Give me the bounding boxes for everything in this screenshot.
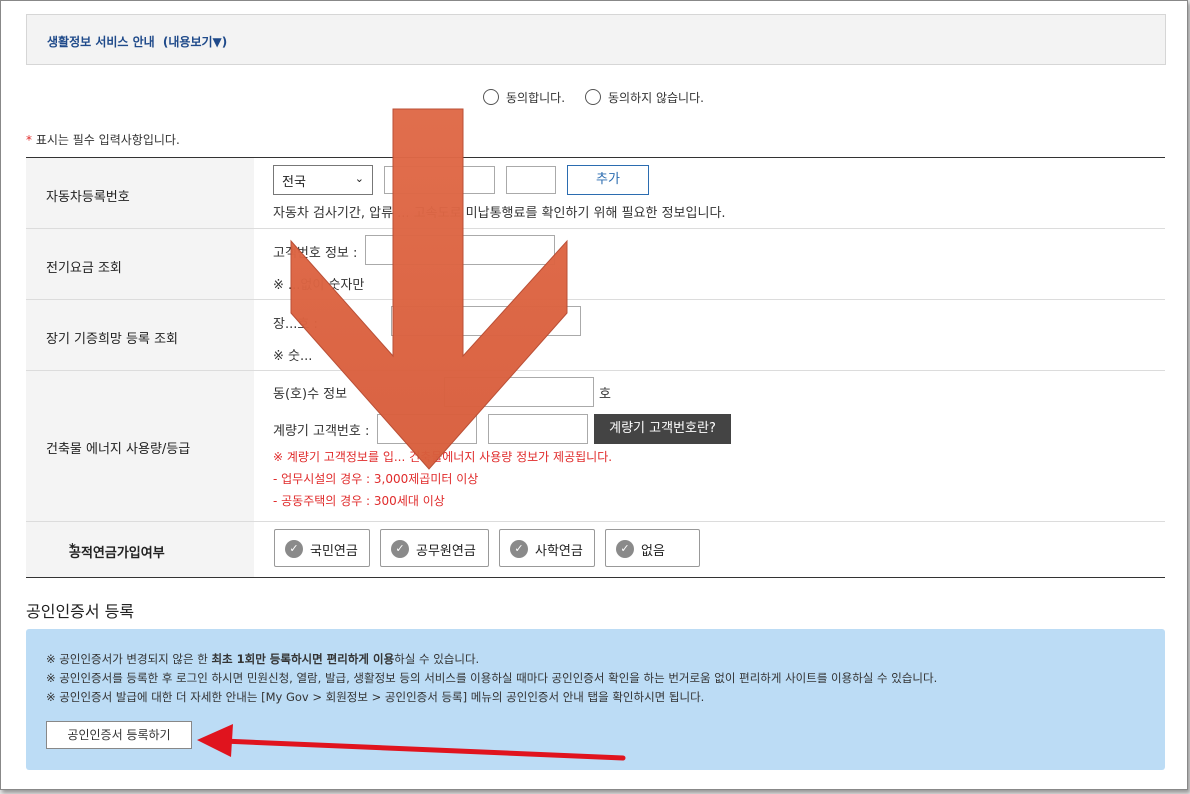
- agree-label: 동의합니다.: [506, 91, 566, 105]
- required-note-text: 표시는 필수 입력사항입니다.: [35, 133, 180, 147]
- service-info-title[interactable]: 생활정보 서비스 안내 (내용보기▼): [47, 33, 227, 50]
- meter-label: 계량기 고객번호 :: [273, 424, 370, 439]
- check-circle-icon: ✓: [391, 540, 409, 558]
- pension-option-none[interactable]: ✓ 없음: [605, 529, 700, 567]
- agree-radio[interactable]: [483, 89, 499, 105]
- row-car-label-cell: 자동차등록번호: [26, 158, 254, 228]
- certificate-line-1-post: 하실 수 있습니다.: [394, 652, 480, 666]
- meter-info-button[interactable]: 계량기 고객번호란?: [594, 414, 731, 444]
- pension-option-national[interactable]: ✓ 국민연금: [274, 529, 370, 567]
- certificate-line-2: ※ 공인인증서를 등록한 후 로그인 하시면 민원신청, 열람, 발급, 생활정…: [46, 671, 938, 685]
- region-select[interactable]: 전국 ⌄: [273, 165, 373, 195]
- pension-option-civil-servant[interactable]: ✓ 공무원연금: [380, 529, 489, 567]
- car-number-label: 자동차등록번호: [46, 190, 130, 205]
- certificate-info-box: ※ 공인인증서가 변경되지 않은 한 최초 1회만 등록하시면 편리하게 이용하…: [26, 629, 1165, 770]
- certificate-heading: 공인인증서 등록: [26, 602, 135, 621]
- disagree-radio[interactable]: [585, 89, 601, 105]
- row-electric-label-cell: 전기요금 조회: [26, 229, 254, 299]
- pension-option-label: 공무원연금: [416, 544, 476, 559]
- required-marker: *: [26, 133, 32, 147]
- certificate-line-1-pre: ※ 공인인증서가 변경되지 않은 한: [46, 652, 212, 666]
- certificate-line-1: ※ 공인인증서가 변경되지 않은 한 최초 1회만 등록하시면 편리하게 이용하…: [46, 651, 479, 667]
- unit-info-input[interactable]: [444, 377, 594, 407]
- service-info-box: 생활정보 서비스 안내 (내용보기▼): [26, 14, 1166, 65]
- region-select-value: 전국: [282, 175, 306, 190]
- row-car-number: 자동차등록번호 전국 ⌄ 추가 자동차 검사기간, 압류 ... 고속도로 미납…: [26, 158, 1165, 229]
- building-label: 건축물 에너지 사용량/등급: [46, 442, 191, 457]
- row-organ-label-cell: 장기 기증희망 등록 조회: [26, 300, 254, 370]
- meter-input-2[interactable]: [488, 414, 588, 444]
- window: 생활정보 서비스 안내 (내용보기▼) 동의합니다. 동의하지 않습니다. * …: [0, 0, 1188, 790]
- building-notice-1: ※ 계량기 고객정보를 입... 건축물에너지 사용량 정보가 제공됩니다.: [273, 450, 613, 464]
- electric-customer-input[interactable]: [365, 235, 555, 265]
- row-building-label-cell: 건축물 에너지 사용량/등급: [26, 371, 254, 521]
- pension-option-private-school[interactable]: ✓ 사학연금: [499, 529, 595, 567]
- organ-label: 장기 기증희망 등록 조회: [46, 332, 178, 347]
- row-organ-donation: 장기 기증희망 등록 조회 장...호 : ※ 숫...: [26, 300, 1165, 371]
- row-pension: * 공적연금가입여부: [26, 522, 1165, 578]
- unit-info-label: 동(호)수 정보: [273, 387, 348, 402]
- organ-note: ※ 숫...: [273, 349, 313, 364]
- chevron-down-icon: ⌄: [354, 172, 364, 185]
- organ-field-label: 장...호 :: [273, 317, 318, 332]
- certificate-line-3: ※ 공인인증서 발급에 대한 더 자세한 안내는 [My Gov > 회원정보 …: [46, 690, 705, 704]
- unit-suffix: 호: [599, 387, 611, 402]
- organ-input[interactable]: [391, 306, 581, 336]
- register-certificate-button[interactable]: 공인인증서 등록하기: [46, 721, 192, 749]
- certificate-line-1-bold: 최초 1회만 등록하시면 편리하게 이용: [211, 652, 395, 666]
- building-notice-2: - 업무시설의 경우 : 3,000제곱미터 이상: [273, 472, 479, 486]
- service-toggle-link[interactable]: (내용보기▼): [163, 35, 227, 49]
- pension-option-label: 사학연금: [535, 544, 583, 559]
- row-electric: 전기요금 조회 고객번호 정보 : ※ ...없이 숫자만: [26, 229, 1165, 300]
- check-circle-icon: ✓: [510, 540, 528, 558]
- row-building-energy: 건축물 에너지 사용량/등급 동(호)수 정보 호 계량기 고객번호 : 계량기…: [26, 371, 1165, 522]
- electric-field-label: 고객번호 정보 :: [273, 246, 358, 261]
- service-title-text: 생활정보 서비스 안내: [47, 35, 155, 49]
- pension-option-label: 국민연금: [310, 544, 358, 559]
- check-circle-icon: ✓: [616, 540, 634, 558]
- electric-note: ※ ...없이 숫자만: [273, 278, 365, 293]
- electric-label: 전기요금 조회: [46, 261, 122, 276]
- meter-input-1[interactable]: [377, 414, 477, 444]
- car-number-input-1[interactable]: [384, 166, 495, 194]
- building-notice-3: - 공동주택의 경우 : 300세대 이상: [273, 494, 445, 508]
- row-pension-label-cell: * 공적연금가입여부: [26, 522, 254, 577]
- pension-label-text: 공적연금가입여부: [69, 546, 165, 561]
- car-number-input-2[interactable]: [506, 166, 556, 194]
- car-help-text: 자동차 검사기간, 압류 ... 고속도로 미납통행료를 확인하기 위해 필요한…: [273, 206, 726, 221]
- add-car-button[interactable]: 추가: [567, 165, 649, 195]
- check-circle-icon: ✓: [285, 540, 303, 558]
- required-note: * 표시는 필수 입력사항입니다.: [26, 131, 180, 148]
- disagree-label: 동의하지 않습니다.: [608, 91, 704, 105]
- pension-option-label: 없음: [641, 544, 665, 559]
